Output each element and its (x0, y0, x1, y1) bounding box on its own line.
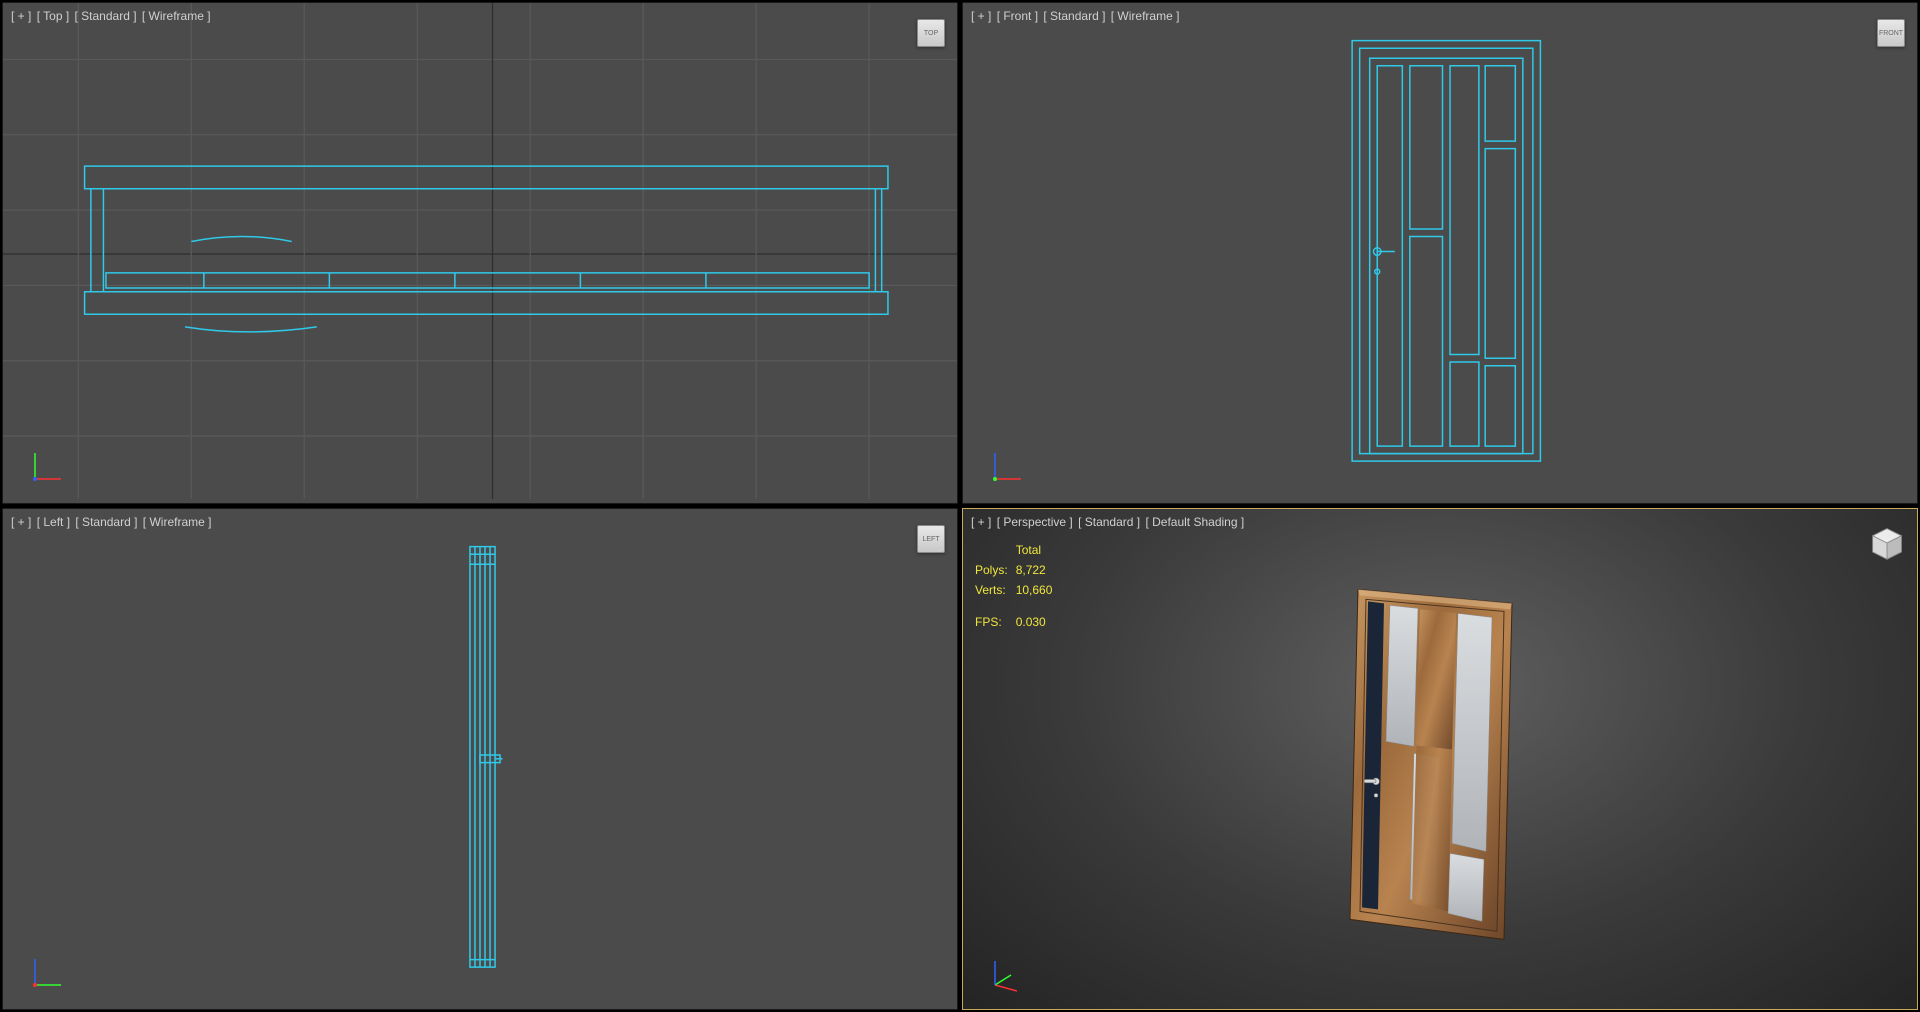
viewport-menu-shader[interactable]: [ Standard ] (1078, 515, 1140, 529)
viewport-menu-name[interactable]: [ Front ] (997, 9, 1038, 23)
axis-gizmo-left[interactable] (27, 953, 67, 993)
viewcube-perspective[interactable] (1869, 525, 1905, 561)
stats-total-label: Total (1016, 541, 1059, 559)
stats-verts-label: Verts: (975, 581, 1014, 599)
wireframe-top (3, 3, 957, 499)
stats-polys-label: Polys: (975, 561, 1014, 579)
viewport-menu-mode[interactable]: [ Wireframe ] (143, 515, 212, 529)
viewcube-front[interactable]: FRONT (1877, 19, 1905, 47)
stats-verts-value: 10,660 (1016, 581, 1059, 599)
viewport-perspective[interactable]: [ + ] [ Perspective ] [ Standard ] [ Def… (962, 508, 1918, 1010)
viewport-front[interactable]: [ + ] [ Front ] [ Standard ] [ Wireframe… (962, 2, 1918, 504)
viewport-menu-name[interactable]: [ Left ] (37, 515, 70, 529)
viewport-menu-name[interactable]: [ Top ] (37, 9, 69, 23)
viewcube-left[interactable]: LEFT (917, 525, 945, 553)
viewport-label-top[interactable]: [ + ] [ Top ] [ Standard ] [ Wireframe ] (11, 9, 213, 23)
viewport-menu-plus[interactable]: [ + ] (971, 515, 991, 529)
wireframe-front (963, 3, 1917, 499)
wireframe-left (3, 509, 957, 1005)
viewport-menu-mode[interactable]: [ Wireframe ] (1111, 9, 1180, 23)
viewport-menu-shader[interactable]: [ Standard ] (75, 515, 137, 529)
viewport-menu-shader[interactable]: [ Standard ] (1043, 9, 1105, 23)
viewcube-top[interactable]: TOP (917, 19, 945, 47)
viewport-menu-mode[interactable]: [ Wireframe ] (142, 9, 211, 23)
axis-gizmo-perspective[interactable] (987, 953, 1027, 993)
viewport-label-perspective[interactable]: [ + ] [ Perspective ] [ Standard ] [ Def… (971, 515, 1246, 529)
viewport-top[interactable]: [ + ] [ Top ] [ Standard ] [ Wireframe ]… (2, 2, 958, 504)
door-render (1340, 581, 1540, 951)
viewport-menu-mode[interactable]: [ Default Shading ] (1145, 515, 1244, 529)
axis-gizmo-front[interactable] (987, 447, 1027, 487)
viewport-menu-plus[interactable]: [ + ] (11, 515, 31, 529)
viewport-menu-shader[interactable]: [ Standard ] (75, 9, 137, 23)
viewport-menu-name[interactable]: [ Perspective ] (997, 515, 1073, 529)
stats-fps-label: FPS: (975, 613, 1014, 631)
viewport-grid: [ + ] [ Top ] [ Standard ] [ Wireframe ]… (0, 0, 1920, 1012)
stats-fps-value: 0.030 (1016, 613, 1059, 631)
statistics-overlay: Total Polys: 8,722 Verts: 10,660 FPS: 0.… (973, 539, 1060, 633)
stats-polys-value: 8,722 (1016, 561, 1059, 579)
viewport-label-front[interactable]: [ + ] [ Front ] [ Standard ] [ Wireframe… (971, 9, 1181, 23)
axis-gizmo-top[interactable] (27, 447, 67, 487)
viewport-left[interactable]: [ + ] [ Left ] [ Standard ] [ Wireframe … (2, 508, 958, 1010)
viewport-menu-plus[interactable]: [ + ] (11, 9, 31, 23)
viewport-menu-plus[interactable]: [ + ] (971, 9, 991, 23)
viewport-label-left[interactable]: [ + ] [ Left ] [ Standard ] [ Wireframe … (11, 515, 213, 529)
